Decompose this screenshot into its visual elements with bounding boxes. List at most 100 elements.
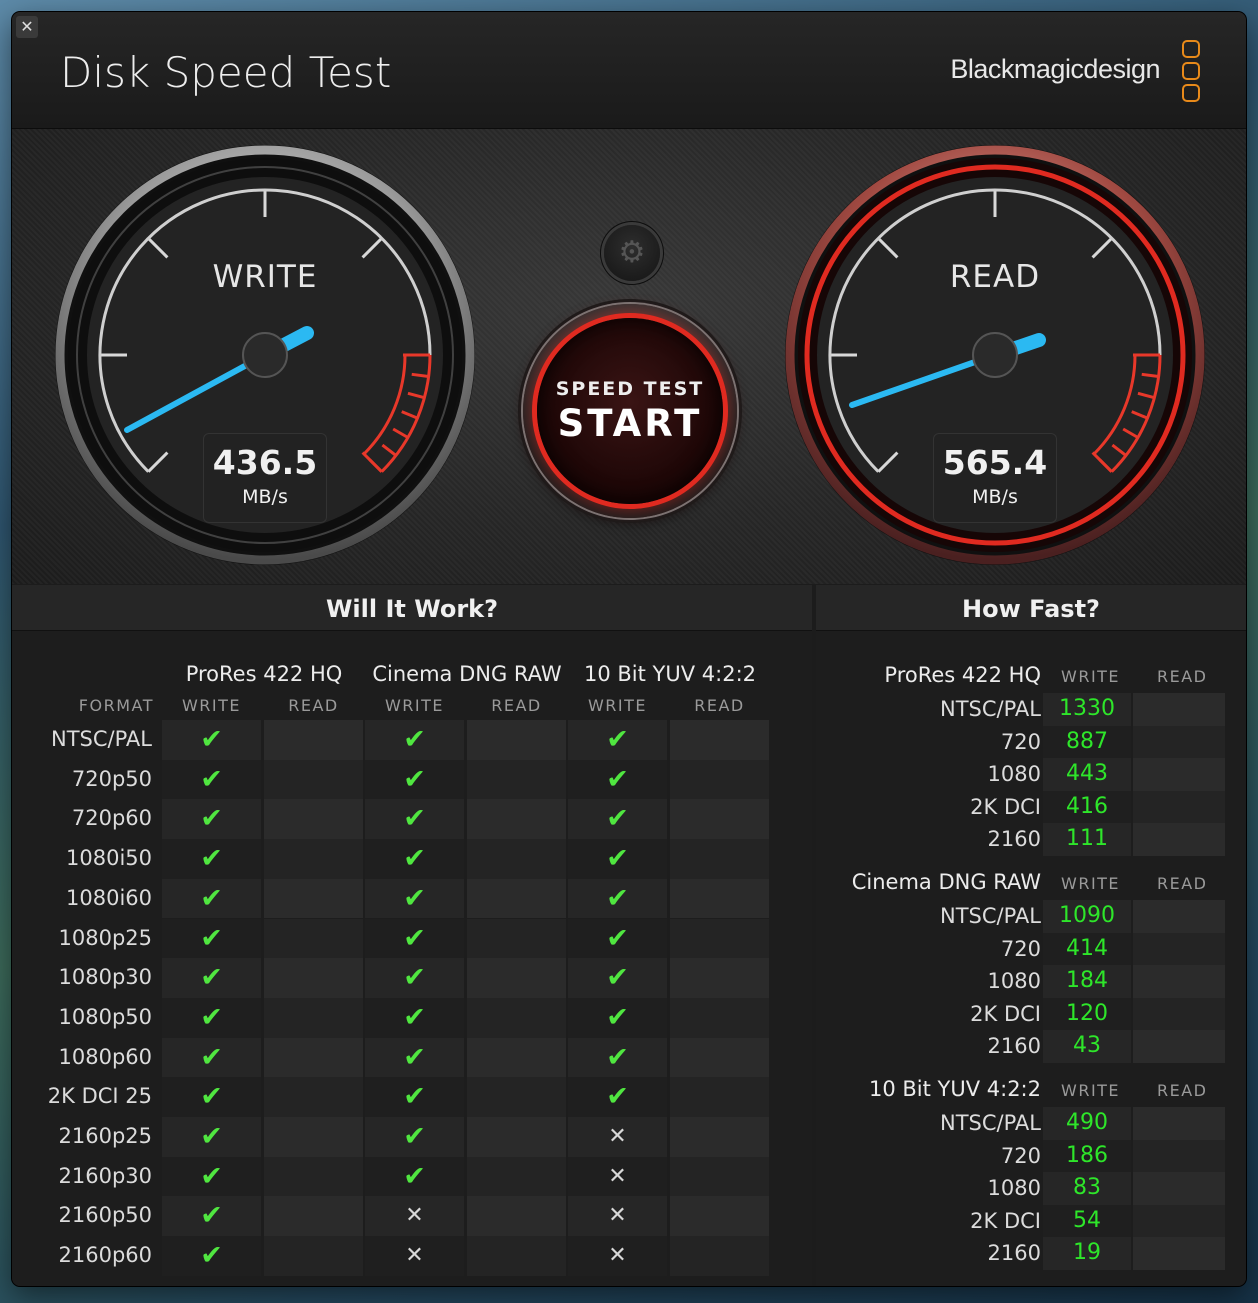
result-cell	[467, 1236, 566, 1276]
check-icon: ✔	[162, 918, 261, 959]
fps-write-value: 120	[1043, 997, 1131, 1030]
check-icon: ✔	[162, 1156, 261, 1197]
fps-read-value	[1133, 1237, 1225, 1270]
result-cell	[264, 1196, 363, 1237]
how-fast-read-header: READ	[1157, 667, 1208, 686]
result-cell	[670, 720, 769, 760]
read-gauge-label: READ	[949, 259, 1041, 295]
will-it-work-panel: Will It Work? ProRes 422 HQ Cinema DNG R…	[12, 585, 812, 1286]
list-item: 1080 443	[816, 758, 1246, 791]
brand-name: Blackmagicdesign	[950, 54, 1160, 84]
gauge-area: WRITE 436.5 MB/s ⚙ SPEED TEST START READ…	[12, 129, 1246, 584]
result-cell	[467, 720, 566, 760]
how-fast-format-label: 720	[1000, 729, 1041, 754]
how-fast-format-label: 2160	[987, 1241, 1041, 1265]
fps-read-value	[1133, 758, 1225, 791]
check-icon: ✔	[365, 997, 464, 1038]
table-row: 1080p30 ✔ ✔ ✔	[12, 958, 774, 998]
table-row: 2K DCI 25 ✔ ✔ ✔	[12, 1077, 774, 1117]
start-button-sub: SPEED TEST	[555, 378, 705, 400]
read-readout: 565.4 MB/s	[933, 433, 1057, 523]
will-it-work-title: Will It Work?	[12, 585, 812, 631]
close-icon[interactable]: ✕	[16, 16, 38, 38]
gear-icon[interactable]: ⚙	[604, 225, 660, 281]
list-item: 1080 83	[816, 1172, 1246, 1205]
read-speed-value: 565.4	[942, 443, 1048, 482]
result-cell	[670, 1077, 769, 1117]
check-icon: ✔	[568, 759, 667, 800]
check-icon: ✔	[365, 839, 464, 879]
result-cell	[670, 1156, 769, 1197]
how-fast-title: How Fast?	[816, 585, 1246, 631]
check-icon: ✔	[162, 759, 261, 800]
table-row: 1080i60 ✔ ✔ ✔	[12, 878, 774, 919]
fps-read-value	[1133, 1204, 1225, 1237]
check-icon: ✔	[365, 1156, 464, 1197]
check-icon: ✔	[365, 1077, 464, 1117]
how-fast-format-label: 2K DCI	[970, 1208, 1041, 1233]
fps-write-value: 414	[1043, 932, 1131, 965]
table-row: 1080p50 ✔ ✔ ✔	[12, 997, 774, 1038]
check-icon: ✔	[365, 918, 464, 959]
check-icon: ✔	[162, 1117, 261, 1157]
check-icon: ✔	[365, 1037, 464, 1078]
format-label: 2160p30	[58, 1163, 153, 1188]
fps-read-value	[1133, 1139, 1225, 1172]
result-cell	[264, 1156, 363, 1197]
check-icon: ✔	[162, 1037, 261, 1078]
how-fast-format-label: 720	[1000, 1143, 1041, 1168]
result-cell	[670, 1236, 769, 1276]
how-fast-format-label: 1080	[987, 969, 1041, 993]
table-row: 720p50 ✔ ✔ ✔	[12, 759, 774, 800]
fps-write-value: 1090	[1043, 900, 1131, 933]
list-item: 720 186	[816, 1139, 1246, 1172]
write-speed-unit: MB/s	[242, 486, 288, 508]
cross-icon: ✕	[365, 1236, 464, 1276]
check-icon: ✔	[568, 997, 667, 1038]
cross-icon: ✕	[568, 1236, 667, 1276]
fps-write-value: 111	[1043, 823, 1131, 856]
result-cell	[264, 997, 363, 1038]
check-icon: ✔	[162, 997, 261, 1038]
check-icon: ✔	[365, 720, 464, 760]
fps-write-value: 490	[1043, 1107, 1131, 1140]
start-button-label: START	[557, 402, 703, 445]
how-fast-format-label: 1080	[987, 1176, 1041, 1200]
table-row: 720p60 ✔ ✔ ✔	[12, 799, 774, 840]
fps-read-value	[1133, 725, 1225, 758]
start-button-face[interactable]: SPEED TEST START	[537, 318, 723, 504]
start-button[interactable]: SPEED TEST START	[523, 304, 737, 518]
list-item: 1080 184	[816, 965, 1246, 998]
how-fast-format-label: 1080	[987, 762, 1041, 786]
cross-icon: ✕	[365, 1196, 464, 1237]
fps-read-value	[1133, 932, 1225, 965]
result-cell	[467, 918, 566, 959]
how-fast-read-header: READ	[1157, 874, 1208, 893]
fps-read-value	[1133, 965, 1225, 998]
format-label: 2K DCI 25	[47, 1084, 152, 1109]
result-cell	[264, 918, 363, 959]
how-fast-format-label: 2160	[987, 1034, 1041, 1058]
check-icon: ✔	[365, 1117, 464, 1157]
how-fast-panel: How Fast? ProRes 422 HQ WRITE READ NTSC/PAL…	[816, 585, 1246, 1286]
read-gauge: READ 565.4 MB/s	[783, 143, 1207, 567]
brand-logo-icon	[1182, 40, 1204, 106]
list-item: 2160 43	[816, 1030, 1246, 1063]
check-icon: ✔	[568, 839, 667, 879]
prores-read-header: READ	[288, 696, 339, 715]
format-header: FORMAT	[78, 696, 154, 715]
result-cell	[467, 1196, 566, 1237]
format-label: 2160p25	[58, 1124, 153, 1148]
result-cell	[670, 1196, 769, 1237]
table-row: 2160p50 ✔ ✕ ✕	[12, 1196, 774, 1237]
how-fast-write-header: WRITE	[1061, 667, 1121, 686]
table-row: 2160p60 ✔ ✕ ✕	[12, 1236, 774, 1276]
read-speed-unit: MB/s	[972, 486, 1018, 508]
write-gauge-label: WRITE	[212, 259, 318, 295]
group-cinema-dng-name: Cinema DNG RAW	[372, 662, 562, 686]
result-cell	[467, 1117, 566, 1157]
group-yuv-name: 10 Bit YUV 4:2:2	[583, 662, 757, 686]
fps-write-value: 1330	[1043, 693, 1131, 726]
fps-read-value	[1133, 1030, 1225, 1063]
result-cell	[467, 878, 566, 919]
